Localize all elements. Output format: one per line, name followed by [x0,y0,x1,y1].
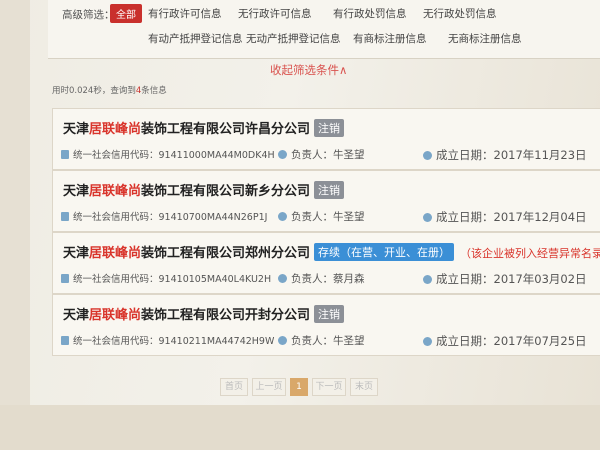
legal-person: 负责人：牛圣望 [278,209,365,224]
company-card[interactable]: 天津居联峰尚装饰工程有限公司郑州分公司 存续（在营、开业、在册） （该企业被列入经营… [52,232,600,294]
document-icon [61,274,69,283]
filter-option[interactable]: 无商标注册信息 [448,31,522,46]
establish-date-value: 2017年11月23日 [493,148,587,162]
person-icon [278,274,287,283]
filter-all-chip[interactable]: 全部 [110,4,142,23]
company-name[interactable]: 天津居联峰尚装饰工程有限公司许昌分公司 注销 [63,118,345,137]
result-info-suffix: 条信息 [141,86,167,96]
credit-code-value: 91411000MA44M0DK4H [158,150,275,161]
abnormal-warning[interactable]: （该企业被列入经营异常名录） [460,247,600,260]
info-icon [423,337,432,346]
company-name-highlight: 居联峰尚 [89,308,142,323]
filter-option[interactable]: 有行政许可信息 [148,6,222,21]
document-icon [61,212,69,221]
company-card[interactable]: 天津居联峰尚装饰工程有限公司开封分公司 注销 统一社会信用代码：91410211M… [52,294,600,356]
company-name-highlight: 居联峰尚 [89,122,142,137]
establish-date-value: 2017年12月04日 [493,210,587,224]
legal-person-value: 蔡月森 [333,273,365,285]
filter-option[interactable]: 有行政处罚信息 [333,6,407,21]
company-name-suffix: 装饰工程有限公司新乡分公司 [141,184,311,199]
filter-label: 高级筛选： [62,9,115,21]
filter-option[interactable]: 有商标注册信息 [353,31,427,46]
pagination-first[interactable]: 首页 [220,378,248,396]
company-name-prefix: 天津 [63,308,90,323]
establish-date: 成立日期：2017年12月04日 [423,209,587,225]
credit-code-value: 91410700MA44N26P1J [158,212,268,223]
legal-person-label: 负责人： [291,273,333,285]
pagination-next[interactable]: 下一页 [312,378,346,396]
establish-date-label: 成立日期： [436,148,494,162]
pagination-current[interactable]: 1 [290,378,308,396]
company-name-suffix: 装饰工程有限公司郑州分公司 [141,246,311,261]
credit-code: 统一社会信用代码：91410105MA40L4KU2H [61,271,271,285]
filter-option[interactable]: 有动产抵押登记信息 [148,31,243,46]
company-name[interactable]: 天津居联峰尚装饰工程有限公司新乡分公司 注销 [63,180,345,199]
status-badge: 注销 [314,181,345,199]
company-card[interactable]: 天津居联峰尚装饰工程有限公司新乡分公司 注销 统一社会信用代码：91410700M… [52,170,600,232]
company-card[interactable]: 天津居联峰尚装饰工程有限公司许昌分公司 注销 统一社会信用代码：91411000M… [52,108,600,170]
credit-code: 统一社会信用代码：91410700MA44N26P1J [61,209,267,223]
legal-person: 负责人：牛圣望 [278,147,365,162]
left-margin [0,0,30,450]
filter-option[interactable]: 无动产抵押登记信息 [246,31,341,46]
person-icon [278,212,287,221]
credit-code-value: 91410105MA40L4KU2H [158,274,272,285]
credit-code-label: 统一社会信用代码： [73,336,159,347]
establish-date: 成立日期：2017年07月25日 [423,333,587,349]
company-name[interactable]: 天津居联峰尚装饰工程有限公司开封分公司 注销 [63,304,345,323]
legal-person: 负责人：牛圣望 [278,333,365,348]
legal-person: 负责人：蔡月森 [278,271,365,286]
company-name-prefix: 天津 [63,246,90,261]
establish-date: 成立日期：2017年03月02日 [423,271,587,287]
legal-person-value: 牛圣望 [333,149,365,161]
screen: 高级筛选： 全部 有行政许可信息 无行政许可信息 有行政处罚信息 无行政处罚信息… [0,0,600,450]
credit-code-label: 统一社会信用代码： [73,212,159,223]
establish-date-label: 成立日期： [436,272,494,286]
credit-code: 统一社会信用代码：91410211MA44742H9W [61,333,274,347]
company-name-suffix: 装饰工程有限公司开封分公司 [141,308,311,323]
credit-code-label: 统一社会信用代码： [73,274,159,285]
company-name-prefix: 天津 [63,122,90,137]
status-badge: 注销 [314,119,345,137]
company-name-suffix: 装饰工程有限公司许昌分公司 [141,122,311,137]
collapse-filters-link[interactable]: 收起筛选条件∧ [270,62,347,78]
monitor-bezel [0,405,600,450]
legal-person-value: 牛圣望 [333,335,365,347]
person-icon [278,150,287,159]
establish-date-label: 成立日期： [436,334,494,348]
establish-date-value: 2017年07月25日 [493,334,587,348]
company-name-prefix: 天津 [63,184,90,199]
document-icon [61,336,69,345]
legal-person-label: 负责人： [291,149,333,161]
company-name-highlight: 居联峰尚 [89,184,142,199]
info-icon [423,275,432,284]
establish-date-value: 2017年03月02日 [493,272,587,286]
credit-code: 统一社会信用代码：91411000MA44M0DK4H [61,147,275,161]
pagination-last[interactable]: 末页 [350,378,378,396]
document-icon [61,150,69,159]
filter-option[interactable]: 无行政许可信息 [238,6,312,21]
legal-person-value: 牛圣望 [333,211,365,223]
credit-code-label: 统一社会信用代码： [73,150,159,161]
pagination-prev[interactable]: 上一页 [252,378,286,396]
person-icon [278,336,287,345]
info-icon [423,213,432,222]
company-name[interactable]: 天津居联峰尚装饰工程有限公司郑州分公司 存续（在营、开业、在册） （该企业被列入经营… [63,242,600,261]
legal-person-label: 负责人： [291,335,333,347]
status-badge: 注销 [314,305,345,323]
status-badge: 存续（在营、开业、在册） [314,243,455,261]
legal-person-label: 负责人： [291,211,333,223]
credit-code-value: 91410211MA44742H9W [158,336,275,347]
result-info: 用时0.024秒，查询到4条信息 [52,84,167,96]
filter-option[interactable]: 无行政处罚信息 [423,6,497,21]
company-name-highlight: 居联峰尚 [89,246,142,261]
filter-panel: 高级筛选： 全部 有行政许可信息 无行政许可信息 有行政处罚信息 无行政处罚信息… [48,0,600,59]
establish-date-label: 成立日期： [436,210,494,224]
establish-date: 成立日期：2017年11月23日 [423,147,587,163]
result-info-prefix: 用时0.024秒，查询到 [52,86,136,96]
info-icon [423,151,432,160]
